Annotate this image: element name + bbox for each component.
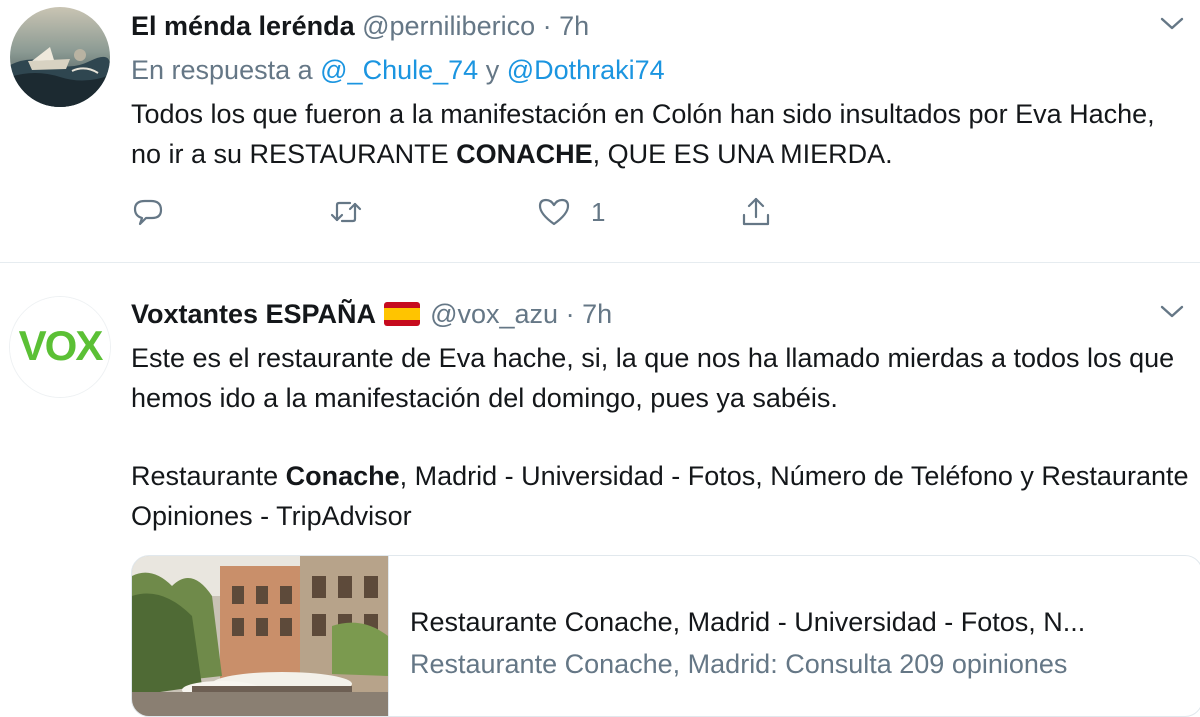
card-description: Restaurante Conache, Madrid: Consulta 20… <box>410 649 1068 679</box>
separator-dot: · <box>565 299 575 329</box>
share-icon <box>742 197 770 226</box>
street-photo-image <box>132 556 388 716</box>
avatar[interactable]: VOX <box>10 297 110 397</box>
mention-link[interactable]: @_Chule_74 <box>320 55 478 85</box>
like-icon <box>538 198 570 226</box>
like-count: 1 <box>591 196 606 227</box>
tweet-text-part: , QUE ES UNA MIERDA. <box>592 139 893 169</box>
tweet-link-text[interactable]: Restaurante Conache, Madrid - Universida… <box>131 456 1191 536</box>
reply-conjunction: y <box>485 55 500 85</box>
timestamp[interactable]: 7h <box>582 299 612 329</box>
spain-flag-icon <box>384 301 421 326</box>
tweet-vox-azu[interactable]: VOX Voxtantes ESPAÑA @vox_azu · 7h Este e… <box>0 263 1200 717</box>
tweet-text: Todos los que fueron a la manifestación … <box>131 94 1191 174</box>
timestamp[interactable]: 7h <box>559 11 589 41</box>
retweet-icon <box>330 201 362 223</box>
reply-context: En respuesta a @_Chule_74 y @Dothraki74 <box>131 52 665 88</box>
tweet-header: Voxtantes ESPAÑA @vox_azu · 7h <box>131 296 612 332</box>
display-name[interactable]: Voxtantes ESPAÑA <box>131 299 376 329</box>
tweet-actions: 1 <box>131 192 791 232</box>
chevron-down-icon[interactable] <box>1159 16 1185 32</box>
chevron-down-icon[interactable] <box>1159 304 1185 320</box>
avatar-sea-image <box>10 7 110 107</box>
tweet-text: Este es el restaurante de Eva hache, si,… <box>131 338 1191 536</box>
tweet-text-paragraph: Este es el restaurante de Eva hache, si,… <box>131 343 1175 413</box>
share-button[interactable] <box>739 192 773 232</box>
user-handle[interactable]: @perniliberico <box>362 11 535 41</box>
link-preview-card[interactable]: Restaurante Conache, Madrid - Universida… <box>131 555 1200 717</box>
tweet-text-bold: CONACHE <box>456 139 593 169</box>
avatar[interactable] <box>10 7 110 107</box>
reply-prefix: En respuesta a <box>131 55 313 85</box>
vox-logo-text: VOX <box>19 322 104 369</box>
reply-icon <box>133 199 163 226</box>
mention-link[interactable]: @Dothraki74 <box>507 55 665 85</box>
card-thumbnail <box>132 556 389 716</box>
user-handle[interactable]: @vox_azu <box>430 299 558 329</box>
tweet-perniliberico[interactable]: El ménda lerénda @perniliberico · 7h En … <box>0 0 1200 262</box>
tweet-link-bold: Conache <box>285 461 400 491</box>
reply-button[interactable] <box>131 192 165 232</box>
like-button[interactable]: 1 <box>537 192 605 232</box>
display-name[interactable]: El ménda lerénda <box>131 11 355 41</box>
tweet-link-part: Restaurante <box>131 461 286 491</box>
card-title: Restaurante Conache, Madrid - Universida… <box>410 607 1086 637</box>
retweet-button[interactable] <box>329 192 363 232</box>
separator-dot: · <box>542 11 552 41</box>
tweet-header: El ménda lerénda @perniliberico · 7h <box>131 8 589 44</box>
vox-logo-icon: VOX <box>10 297 110 397</box>
